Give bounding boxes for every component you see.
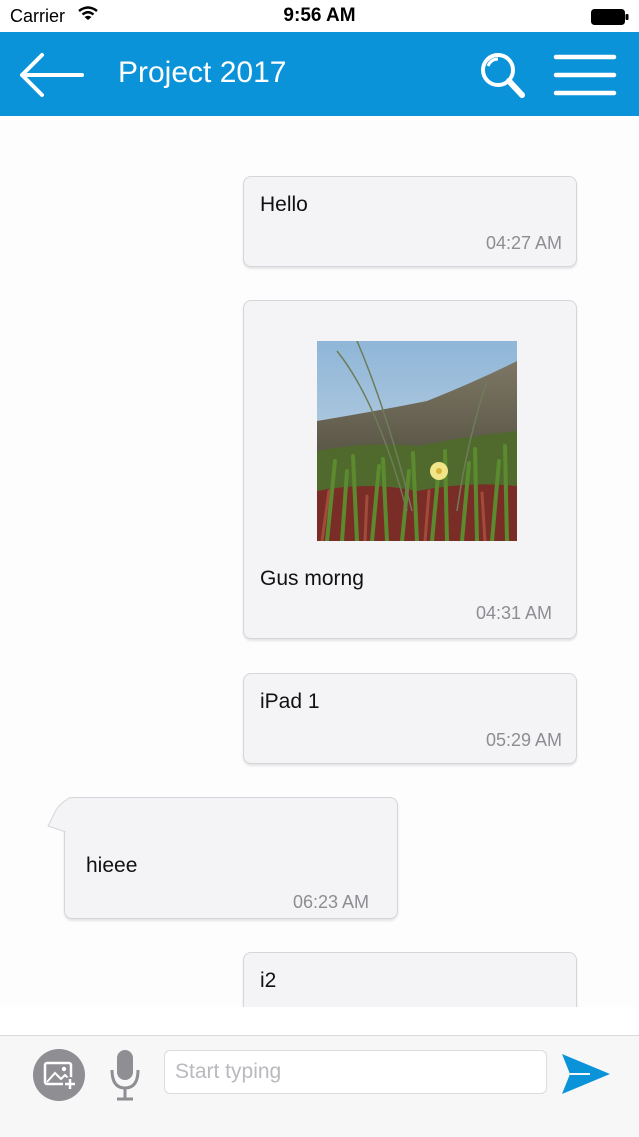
outgoing-image-message[interactable]: Gus morng 04:31 AM — [243, 300, 577, 639]
send-button[interactable] — [560, 1050, 612, 1098]
outgoing-message[interactable]: i2 — [243, 952, 577, 1007]
battery-icon — [591, 9, 629, 30]
message-time: 05:29 AM — [485, 730, 562, 750]
microphone-icon — [110, 1050, 140, 1101]
outgoing-message[interactable]: iPad 1 05:29 AM — [243, 673, 577, 764]
page-title: Project 2017 — [118, 56, 287, 89]
microphone-button[interactable] — [108, 1048, 142, 1102]
attach-image-button[interactable] — [32, 1048, 86, 1102]
message-composer — [0, 1035, 639, 1137]
message-time: 06:23 AM — [292, 892, 369, 912]
status-bar: Carrier 9:56 AM — [0, 0, 639, 32]
incoming-message[interactable]: hieee 06:23 AM — [47, 797, 398, 919]
message-text: i2 — [260, 969, 277, 992]
message-input[interactable] — [164, 1050, 547, 1094]
header-bar: Project 2017 — [0, 32, 639, 116]
message-text: Gus morng — [260, 567, 364, 590]
bubble-tail — [47, 800, 66, 833]
message-text: Hello — [260, 193, 308, 216]
back-button[interactable] — [16, 50, 86, 100]
message-time: 04:31 AM — [475, 603, 552, 623]
message-text: hieee — [86, 854, 138, 877]
back-arrow-icon — [20, 53, 84, 97]
message-text: iPad 1 — [260, 690, 320, 713]
search-button[interactable] — [474, 50, 530, 100]
outgoing-message[interactable]: Hello 04:27 AM — [243, 176, 577, 267]
search-icon — [481, 53, 525, 98]
message-time: 04:27 AM — [485, 233, 562, 253]
message-list[interactable]: Hello 04:27 AM Gus morng 04:31 AM iPad 1… — [0, 116, 639, 1007]
attached-photo[interactable] — [317, 341, 517, 541]
send-icon — [562, 1054, 610, 1094]
menu-icon — [553, 54, 617, 96]
status-time: 9:56 AM — [283, 5, 356, 26]
add-image-icon — [33, 1049, 85, 1101]
menu-button[interactable] — [553, 52, 617, 98]
